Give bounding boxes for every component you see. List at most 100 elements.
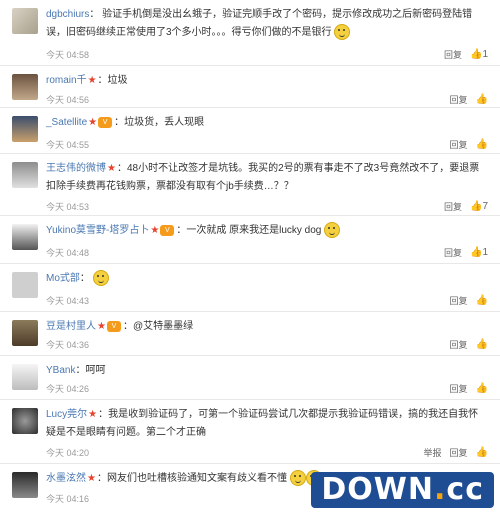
thumbs-up-icon: 👍 — [475, 447, 488, 458]
comment-meta: 今天 04:43 回复 👍 — [46, 294, 488, 308]
username[interactable]: Lucy莞尔 — [46, 409, 87, 420]
username[interactable]: 水墨泫然 — [46, 473, 86, 484]
comment-meta: 今天 04:36 回复 👍 — [46, 338, 488, 352]
username[interactable]: 豆是村里人 — [46, 321, 96, 332]
comment-text: _Satellite★ V ：垃圾货，丢人现眼 — [46, 114, 488, 132]
timestamp: 今天 04:20 — [46, 448, 90, 458]
smiley-emoji-icon — [92, 270, 109, 287]
username[interactable]: _Satellite — [46, 117, 87, 128]
timestamp: 今天 04:55 — [46, 140, 90, 150]
vip-star-icon: ★ — [97, 321, 106, 332]
vip-star-icon: ★ — [87, 75, 97, 86]
comment-item: Mo式部： 今天 04:43 回复 👍 — [0, 264, 500, 312]
timestamp: 今天 04:48 — [46, 248, 90, 258]
comment-text: 王志伟的微博★：48小时不让改签才是坑钱。我买的2号的票有事走不了改3号竟然改不… — [46, 160, 488, 196]
like-count: 1 — [482, 247, 488, 258]
comment-meta: 今天 04:58 回复 👍1 — [46, 48, 488, 62]
thumbs-up-icon: 👍 — [469, 201, 483, 212]
like-button[interactable]: 👍 — [476, 339, 488, 350]
username[interactable]: 王志伟的微博 — [46, 163, 106, 174]
comment-body: 垃圾货，丢人现眼 — [124, 117, 205, 128]
reply-button[interactable]: 回复 — [450, 446, 468, 459]
thumbs-up-icon: 👍 — [469, 49, 483, 60]
username[interactable]: dgbchiurs — [46, 9, 89, 20]
reply-button[interactable]: 回复 — [450, 138, 468, 151]
comment-text: YBank：呵呵 — [46, 365, 106, 376]
username[interactable]: YBank — [46, 365, 75, 376]
vip-star-icon: ★ — [88, 117, 98, 128]
comment-body: 我是收到验证码了，可第一个验证码尝试几次都提示我验证码错误，搞的我还自我怀疑是不… — [46, 409, 479, 438]
comment-text: dgbchiurs： 验证手机倒是没出幺蛾子，验证完顺手改了个密码，提示修改成功… — [46, 6, 488, 42]
comment-meta: 今天 04:20 举报 回复 👍 — [46, 446, 488, 460]
comment-text: Yukino莫雪野-塔罗占卜★ V ：一次就成 原来我还是lucky dog — [46, 222, 488, 240]
reply-button[interactable]: 回复 — [450, 338, 468, 351]
comment-item: YBank：呵呵 今天 04:26 回复 👍 — [0, 356, 500, 400]
avatar[interactable] — [12, 472, 38, 498]
smiley-emoji-icon — [289, 470, 306, 487]
like-button[interactable]: 👍 — [476, 94, 488, 105]
thumbs-up-icon: 👍 — [475, 295, 488, 306]
vip-star-icon: ★ — [87, 473, 96, 484]
reply-button[interactable]: 回复 — [444, 246, 462, 259]
like-button[interactable]: 👍1 — [470, 247, 488, 258]
comment-text: romain千★：垃圾 — [46, 72, 488, 90]
thumbs-up-icon: 👍 — [475, 339, 488, 350]
like-button[interactable]: 👍7 — [470, 201, 488, 212]
smiley-emoji-icon — [334, 24, 351, 41]
comment-meta: 今天 04:26 回复 👍 — [46, 382, 488, 396]
avatar[interactable] — [12, 320, 38, 346]
username[interactable]: romain千 — [46, 75, 87, 86]
like-button[interactable]: 👍 — [476, 139, 488, 150]
comment-text: Mo式部： — [46, 270, 488, 288]
like-button[interactable]: 👍1 — [470, 49, 488, 60]
reply-button[interactable]: 回复 — [450, 382, 468, 395]
reply-button[interactable]: 回复 — [444, 200, 462, 213]
like-count: 7 — [482, 201, 488, 212]
avatar[interactable] — [12, 224, 38, 250]
smiley-emoji-icon — [324, 222, 341, 239]
comment-item: _Satellite★ V ：垃圾货，丢人现眼 今天 04:55 回复 👍 — [0, 108, 500, 154]
vip-star-icon: ★ — [88, 409, 98, 420]
avatar[interactable] — [12, 74, 38, 100]
avatar[interactable] — [12, 8, 38, 34]
like-button[interactable]: 👍 — [476, 447, 488, 458]
thumbs-up-icon: 👍 — [475, 139, 488, 150]
avatar[interactable] — [12, 364, 38, 390]
timestamp: 今天 04:16 — [46, 494, 90, 504]
vip-star-icon: ★ — [107, 163, 116, 174]
avatar[interactable] — [12, 116, 38, 142]
thumbs-up-icon: 👍 — [469, 247, 483, 258]
username[interactable]: Mo式部 — [46, 273, 80, 284]
comment-body: 验证手机倒是没出幺蛾子，验证完顺手改了个密码，提示修改成功之后新密码登陆错误，旧… — [46, 9, 473, 38]
reply-button[interactable]: 回复 — [450, 93, 468, 106]
avatar[interactable] — [12, 162, 38, 188]
member-badge-icon: V — [160, 224, 175, 236]
timestamp: 今天 04:36 — [46, 340, 90, 350]
comment-body: 网友们也吐槽核验通知文案有歧义看不懂 — [106, 473, 287, 484]
member-badge-icon: V — [98, 116, 113, 128]
thumbs-up-icon: 👍 — [475, 383, 488, 394]
comment-text: 豆是村里人★ V ：@艾特墨墨绿 — [46, 318, 488, 336]
like-button[interactable]: 👍 — [476, 295, 488, 306]
vip-star-icon: ★ — [150, 225, 160, 236]
comment-item: 豆是村里人★ V ：@艾特墨墨绿 今天 04:36 回复 👍 — [0, 312, 500, 356]
comment-text: Lucy莞尔★：我是收到验证码了，可第一个验证码尝试几次都提示我验证码错误，搞的… — [46, 406, 488, 442]
avatar[interactable] — [12, 408, 38, 434]
reply-button[interactable]: 回复 — [444, 48, 462, 61]
reply-button[interactable]: 回复 — [450, 294, 468, 307]
comment-meta: 今天 04:53 回复 👍7 — [46, 200, 488, 214]
comment-item: Yukino莫雪野-塔罗占卜★ V ：一次就成 原来我还是lucky dog 今天 … — [0, 216, 500, 264]
comment-body: 呵呵 — [85, 365, 106, 376]
comment-meta: 今天 04:48 回复 👍1 — [46, 246, 488, 260]
comment-body: 一次就成 原来我还是lucky dog — [186, 225, 322, 236]
thumbs-up-icon: 👍 — [475, 94, 488, 105]
avatar[interactable] — [12, 272, 38, 298]
username[interactable]: Yukino莫雪野-塔罗占卜 — [46, 225, 149, 236]
report-button[interactable]: 举报 — [424, 446, 442, 459]
timestamp: 今天 04:56 — [46, 95, 90, 105]
member-badge-icon: V — [106, 320, 121, 332]
like-button[interactable]: 👍 — [476, 383, 488, 394]
comment-item: romain千★：垃圾 今天 04:56 回复 👍 — [0, 66, 500, 108]
comment-body: @艾特墨墨绿 — [132, 321, 194, 332]
timestamp: 今天 04:26 — [46, 384, 90, 394]
